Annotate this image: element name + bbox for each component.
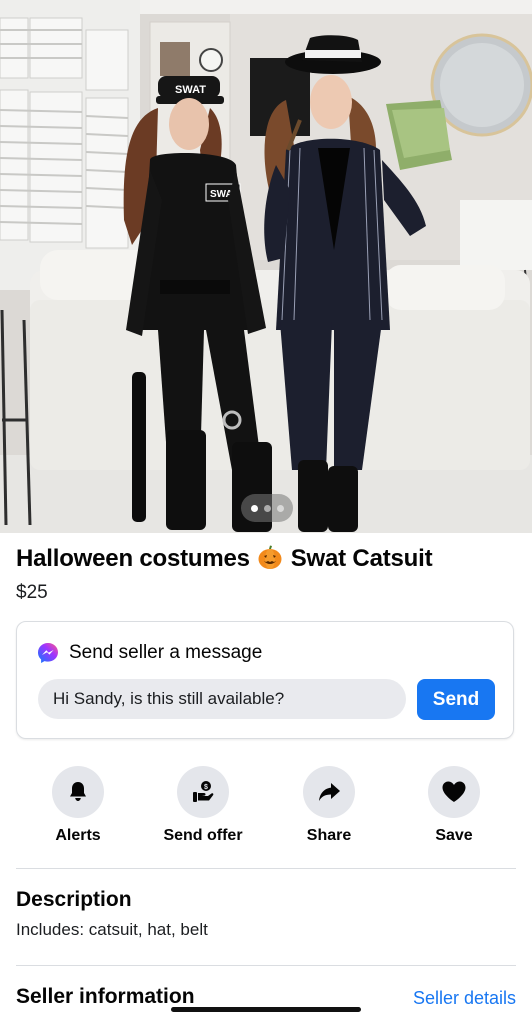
description-text: Includes: catsuit, hat, belt: [16, 920, 208, 939]
description-heading: Description: [16, 888, 132, 911]
svg-text:SWAT: SWAT: [175, 84, 206, 96]
send-offer-button[interactable]: $ Send offer: [143, 766, 263, 845]
home-indicator[interactable]: [171, 1007, 361, 1012]
listing-title-text-2: Swat Catsuit: [290, 545, 433, 572]
offer-icon: $: [193, 781, 214, 802]
send-offer-label: Send offer: [163, 827, 243, 844]
save-label: Save: [435, 827, 473, 844]
message-input[interactable]: Hi Sandy, is this still available?: [38, 679, 406, 719]
divider: [16, 868, 516, 869]
send-offer-circle[interactable]: $: [177, 766, 229, 818]
alerts-label: Alerts: [55, 827, 101, 844]
save-circle[interactable]: [428, 766, 480, 818]
message-card-header: Send seller a message: [37, 642, 262, 664]
seller-info-heading: Seller information: [16, 985, 195, 1008]
heart-icon: [442, 781, 466, 802]
message-seller-card: Send seller a message Hi Sandy, is this …: [16, 621, 514, 739]
action-bar: Alerts $ Send offer Share Save: [0, 766, 532, 856]
share-arrow-icon: [319, 783, 340, 801]
listing-photo[interactable]: SWAT SWAT: [0, 0, 532, 533]
share-button[interactable]: Share: [269, 766, 389, 845]
save-button[interactable]: Save: [394, 766, 514, 845]
seller-details-link[interactable]: Seller details: [413, 988, 516, 1009]
alerts-button[interactable]: Alerts: [18, 766, 138, 845]
share-circle[interactable]: [303, 766, 355, 818]
pager-dot-2[interactable]: [263, 504, 271, 512]
pager-dot-3[interactable]: [276, 504, 284, 512]
message-card-title: Send seller a message: [69, 642, 263, 663]
svg-text:$: $: [204, 784, 208, 791]
photo-pager[interactable]: [241, 494, 293, 522]
photo-illustration: SWAT SWAT: [0, 0, 532, 533]
pager-dot-1[interactable]: [250, 504, 258, 512]
listing-title: Halloween costumes Swat Catsuit: [16, 544, 433, 573]
send-button[interactable]: Send: [417, 679, 495, 720]
pumpkin-icon: [258, 545, 282, 569]
divider: [16, 965, 516, 966]
share-label: Share: [306, 827, 352, 844]
messenger-icon: [38, 643, 58, 663]
bell-icon: [70, 782, 86, 801]
listing-price: $25: [16, 582, 48, 603]
alerts-circle[interactable]: [52, 766, 104, 818]
listing-title-text: Halloween costumes: [16, 545, 250, 572]
